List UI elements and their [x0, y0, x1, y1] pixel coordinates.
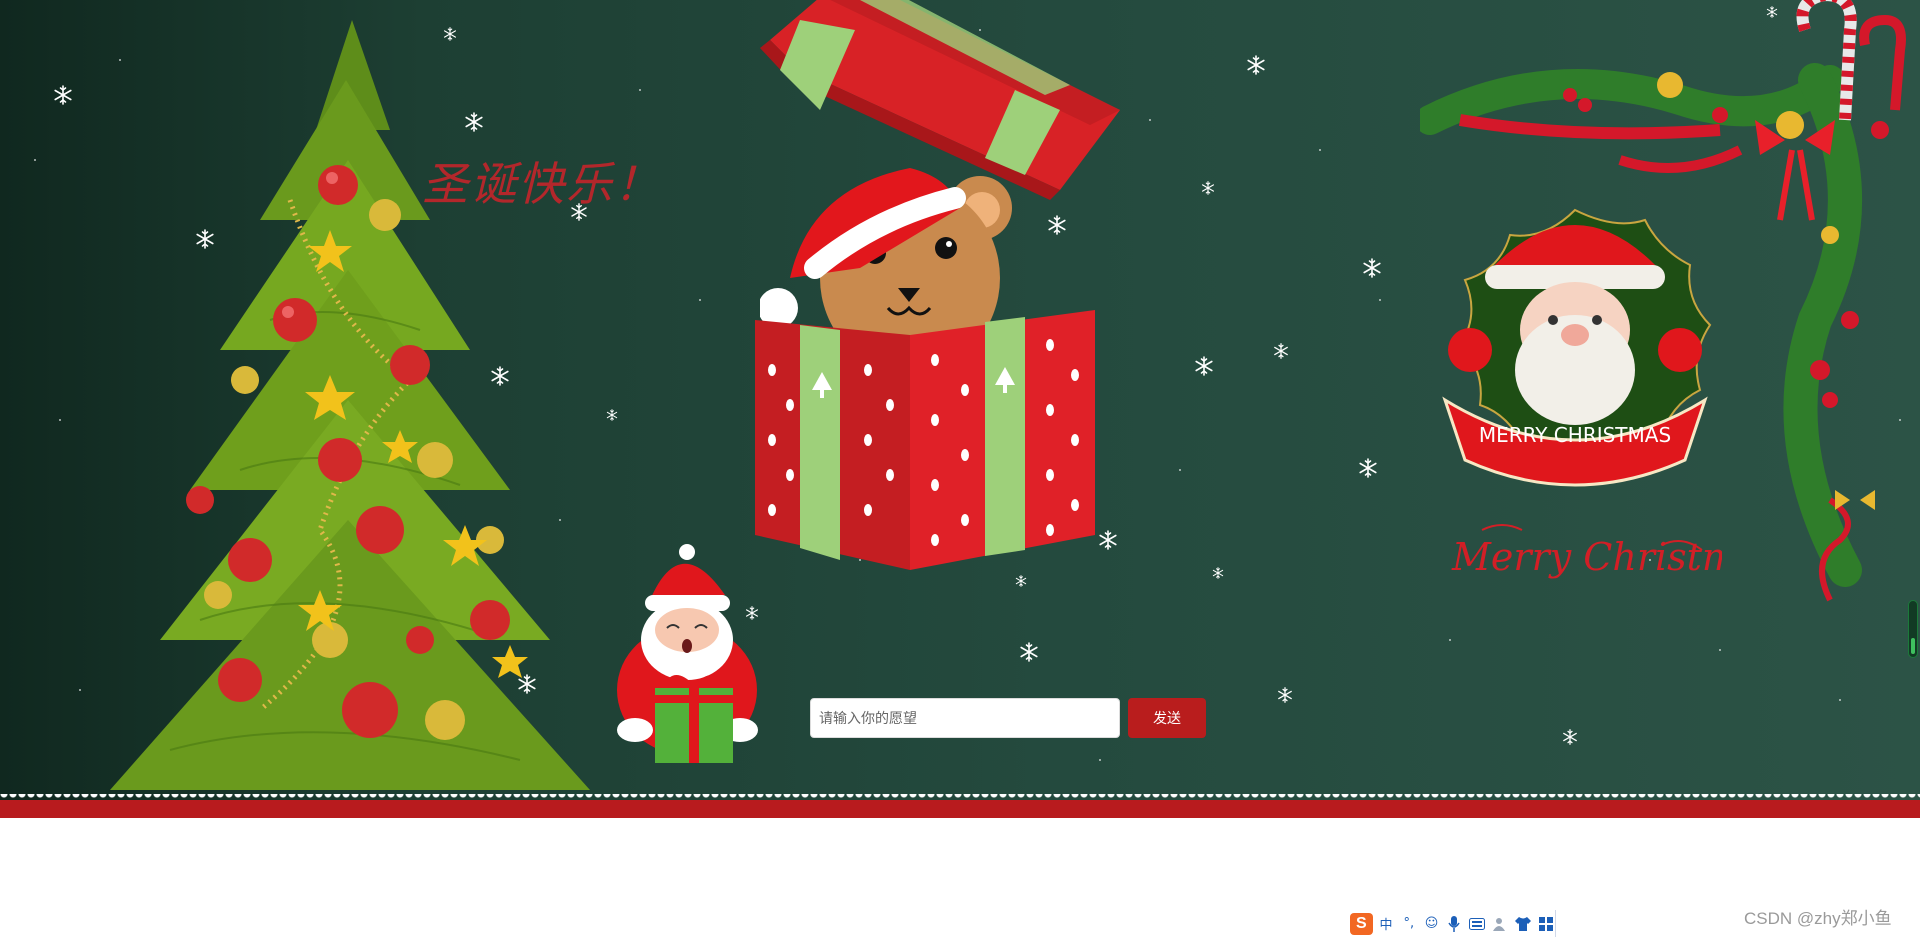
- christmas-scene: 圣诞快乐！ 请输入你的愿望 发送 MERRY CHRISTMAS Merry C…: [0, 0, 1920, 800]
- user-icon[interactable]: [1491, 914, 1510, 934]
- apps-grid-icon[interactable]: [1536, 914, 1555, 934]
- scroll-handle[interactable]: [1908, 600, 1918, 658]
- greeting-title: 圣诞快乐！: [422, 157, 662, 211]
- ime-logo-icon[interactable]: S: [1350, 912, 1373, 935]
- ime-mode-toggle[interactable]: 中: [1377, 914, 1396, 934]
- santa-with-gift: [617, 544, 758, 763]
- skin-icon[interactable]: [1513, 914, 1532, 934]
- watermark: CSDN @zhy郑小鱼: [1744, 909, 1892, 928]
- send-button[interactable]: 发送: [1128, 698, 1206, 738]
- wish-input[interactable]: [810, 698, 1120, 738]
- santa-badge: MERRY CHRISTMAS: [1442, 208, 1712, 487]
- emoji-icon[interactable]: ☺: [1422, 914, 1441, 934]
- badge-text: MERRY CHRISTMAS: [1479, 423, 1671, 447]
- microphone-icon[interactable]: [1445, 914, 1464, 934]
- ime-toolbar: S 中 °, ☺: [1346, 910, 1556, 937]
- red-footer-band: [0, 800, 1920, 818]
- gift-box: [755, 310, 1095, 570]
- merry-christmas-script: Merry Christmas: [1451, 524, 1722, 579]
- punctuation-icon[interactable]: °,: [1399, 914, 1418, 934]
- christmas-tree: [110, 20, 590, 790]
- keyboard-icon[interactable]: [1468, 914, 1487, 934]
